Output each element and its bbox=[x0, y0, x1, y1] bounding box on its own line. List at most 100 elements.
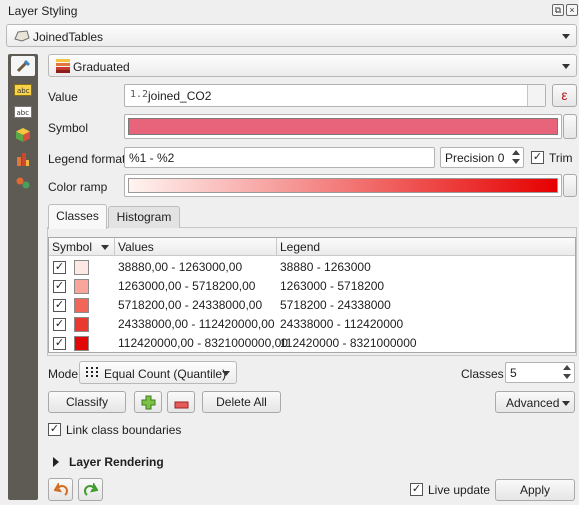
layer-name: JoinedTables bbox=[33, 30, 104, 44]
add-class-button[interactable] bbox=[134, 391, 162, 413]
legend-format-value: %1 - %2 bbox=[129, 151, 175, 165]
link-boundaries-checkbox[interactable]: ✓ bbox=[48, 423, 61, 436]
legend-column-header[interactable]: Legend bbox=[277, 238, 577, 256]
chevron-down-icon bbox=[562, 401, 570, 406]
color-ramp-preview bbox=[128, 178, 558, 193]
class-visible-checkbox[interactable]: ✓ bbox=[53, 261, 66, 274]
class-legend[interactable]: 24338000 - 112420000 bbox=[280, 317, 403, 331]
class-symbol-swatch[interactable] bbox=[74, 279, 89, 294]
values-column-header[interactable]: Values bbox=[115, 238, 277, 256]
table-row[interactable]: ✓ 1263000,00 - 5718200,00 1263000 - 571820… bbox=[49, 277, 575, 296]
table-row[interactable]: ✓ 112420000,00 - 8321000000,00 112420000 -… bbox=[49, 334, 575, 353]
plus-icon bbox=[141, 395, 156, 413]
spin-up-icon[interactable] bbox=[563, 365, 571, 370]
symbol-column-header[interactable]: Symbol bbox=[49, 238, 115, 256]
class-legend[interactable]: 1263000 - 5718200 bbox=[280, 279, 384, 293]
delete-all-button[interactable]: Delete All bbox=[202, 391, 281, 413]
mode-select[interactable]: Equal Count (Quantile) bbox=[79, 361, 237, 384]
diagrams-tab-icon[interactable] bbox=[11, 149, 35, 169]
quantile-icon bbox=[85, 366, 101, 383]
history-tab-icon[interactable] bbox=[11, 173, 35, 193]
legend-format-input[interactable]: %1 - %2 bbox=[124, 147, 435, 168]
precision-spinbox[interactable]: Precision 0 bbox=[440, 147, 524, 168]
redo-icon bbox=[84, 481, 99, 500]
undo-icon bbox=[53, 481, 68, 500]
spin-up-icon[interactable] bbox=[512, 150, 520, 155]
decimal-type-icon: 1.2 bbox=[130, 89, 149, 100]
class-symbol-swatch[interactable] bbox=[74, 260, 89, 275]
mode-value: Equal Count (Quantile) bbox=[104, 367, 227, 381]
mode-label: Mode bbox=[48, 367, 79, 381]
class-values[interactable]: 5718200,00 - 24338000,00 bbox=[118, 298, 262, 312]
precision-value: Precision 0 bbox=[445, 151, 505, 165]
symbol-button[interactable] bbox=[124, 114, 562, 139]
classes-count-value: 5 bbox=[510, 366, 517, 380]
chevron-down-icon[interactable] bbox=[101, 245, 109, 250]
link-boundaries-label: Link class boundaries bbox=[66, 423, 182, 437]
class-values[interactable]: 38880,00 - 1263000,00 bbox=[118, 260, 242, 274]
live-update-label: Live update bbox=[428, 483, 491, 497]
class-values[interactable]: 112420000,00 - 8321000000,00 bbox=[118, 336, 288, 350]
symbol-header-label: Symbol bbox=[52, 240, 93, 254]
class-legend[interactable]: 5718200 - 24338000 bbox=[280, 298, 391, 312]
class-symbol-swatch[interactable] bbox=[74, 336, 89, 351]
3d-view-tab-icon[interactable] bbox=[11, 125, 35, 145]
mask-tab-icon[interactable]: abc bbox=[11, 102, 35, 122]
remove-class-button[interactable] bbox=[167, 391, 195, 413]
class-visible-checkbox[interactable]: ✓ bbox=[53, 337, 66, 350]
classify-button[interactable]: Classify bbox=[48, 391, 126, 413]
svg-text:abc: abc bbox=[17, 109, 30, 117]
spin-down-icon[interactable] bbox=[512, 159, 520, 164]
spin-down-icon[interactable] bbox=[563, 374, 571, 379]
layer-rendering-header[interactable]: Layer Rendering bbox=[69, 455, 164, 469]
expression-button[interactable]: ε bbox=[552, 84, 577, 107]
chevron-down-icon bbox=[562, 33, 570, 39]
trim-label: Trim bbox=[549, 151, 573, 165]
class-symbol-swatch[interactable] bbox=[74, 298, 89, 313]
value-field-select[interactable]: 1.2 joined_CO2 bbox=[124, 84, 546, 107]
minus-icon bbox=[174, 398, 189, 412]
svg-text:abc: abc bbox=[17, 87, 30, 95]
apply-button[interactable]: Apply bbox=[495, 479, 575, 501]
class-visible-checkbox[interactable]: ✓ bbox=[53, 299, 66, 312]
color-ramp-dropdown-button[interactable] bbox=[563, 174, 577, 197]
renderer-select[interactable]: Graduated bbox=[48, 54, 577, 77]
expand-arrow-icon[interactable] bbox=[53, 457, 59, 467]
color-ramp-button[interactable] bbox=[124, 174, 562, 197]
class-legend[interactable]: 38880 - 1263000 bbox=[280, 260, 371, 274]
advanced-button[interactable]: Advanced bbox=[495, 391, 575, 413]
symbology-tab-icon[interactable] bbox=[11, 56, 35, 76]
symbol-dropdown-button[interactable] bbox=[563, 114, 577, 139]
legend-format-label: Legend format bbox=[48, 152, 126, 166]
class-values[interactable]: 24338000,00 - 112420000,00 bbox=[118, 317, 275, 331]
labels-tab-icon[interactable]: abc bbox=[11, 80, 35, 100]
redo-button[interactable] bbox=[78, 478, 103, 501]
class-values[interactable]: 1263000,00 - 5718200,00 bbox=[118, 279, 255, 293]
advanced-label: Advanced bbox=[506, 396, 560, 410]
table-row[interactable]: ✓ 38880,00 - 1263000,00 38880 - 1263000 bbox=[49, 258, 575, 277]
close-icon[interactable]: × bbox=[566, 4, 578, 16]
window-title: Layer Styling bbox=[8, 4, 78, 18]
chevron-down-icon bbox=[222, 370, 230, 376]
float-icon[interactable]: ⧉ bbox=[552, 4, 564, 16]
live-update-checkbox[interactable]: ✓ bbox=[410, 483, 423, 496]
renderer-name: Graduated bbox=[73, 60, 130, 74]
trim-checkbox[interactable]: ✓ bbox=[531, 151, 544, 164]
class-visible-checkbox[interactable]: ✓ bbox=[53, 318, 66, 331]
tab-histogram[interactable]: Histogram bbox=[108, 206, 180, 228]
table-row[interactable]: ✓ 5718200,00 - 24338000,00 5718200 - 24338… bbox=[49, 296, 575, 315]
classes-table: Symbol Values Legend ✓ 38880,00 - 1263000… bbox=[48, 237, 576, 353]
title-bar: Layer Styling ⧉ × bbox=[0, 0, 579, 22]
value-dropdown-button[interactable] bbox=[527, 85, 545, 106]
layer-select[interactable]: JoinedTables bbox=[6, 24, 577, 47]
symbol-color-swatch bbox=[128, 118, 558, 135]
table-header: Symbol Values Legend bbox=[49, 238, 575, 256]
classes-count-spinbox[interactable]: 5 bbox=[505, 362, 575, 383]
class-symbol-swatch[interactable] bbox=[74, 317, 89, 332]
class-legend[interactable]: 112420000 - 8321000000 bbox=[280, 336, 417, 350]
graduated-renderer-icon bbox=[56, 59, 70, 76]
class-visible-checkbox[interactable]: ✓ bbox=[53, 280, 66, 293]
table-row[interactable]: ✓ 24338000,00 - 112420000,00 24338000 - 11… bbox=[49, 315, 575, 334]
undo-button[interactable] bbox=[48, 478, 73, 501]
tab-classes[interactable]: Classes bbox=[48, 204, 107, 229]
